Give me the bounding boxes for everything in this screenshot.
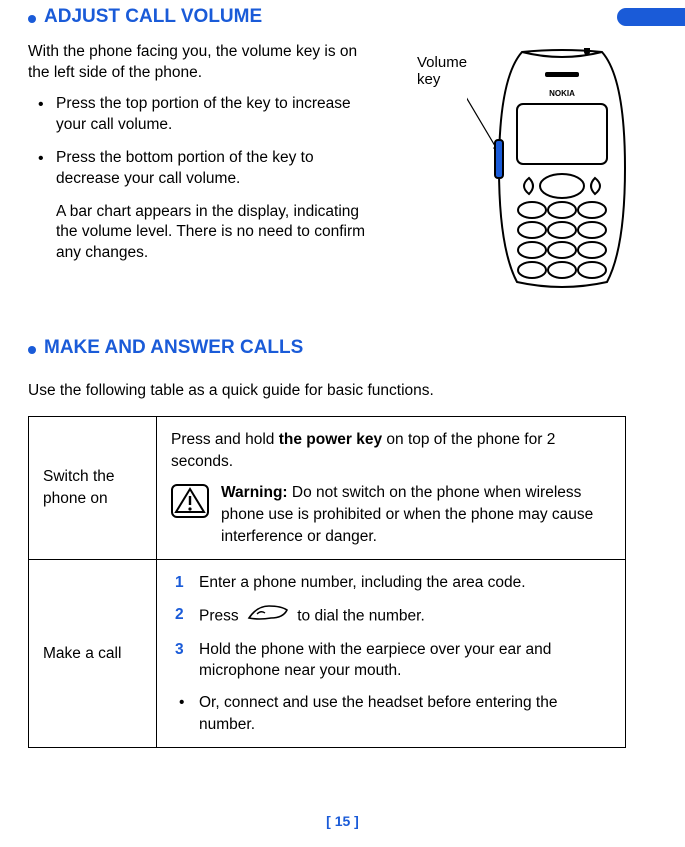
make-call-sub-list: Or, connect and use the headset before e… (171, 692, 611, 735)
quick-guide-table: Switch the phone on Press and hold the p… (28, 416, 626, 749)
volume-key-label: Volume key (417, 54, 467, 89)
step-item: Hold the phone with the earpiece over yo… (171, 639, 611, 682)
section-bullet-icon (28, 346, 36, 354)
text-fragment: Press and hold (171, 431, 279, 448)
table-row-content: Press and hold the power key on top of t… (157, 416, 626, 559)
figure-label-line: Volume (417, 54, 467, 71)
section-title-adjust-volume: ADJUST CALL VOLUME (44, 6, 262, 28)
table-row-content: Enter a phone number, including the area… (157, 560, 626, 748)
table-row: Make a call Enter a phone number, includ… (29, 560, 626, 748)
section1-intro: With the phone facing you, the volume ke… (28, 42, 368, 84)
section2-intro: Use the following table as a quick guide… (28, 381, 647, 402)
step-item: Enter a phone number, including the area… (171, 572, 611, 594)
text-fragment: to dial the number. (297, 607, 425, 624)
section-bullet-icon (28, 15, 36, 23)
make-call-steps: Enter a phone number, including the area… (171, 572, 611, 682)
table-row-label: Switch the phone on (29, 416, 157, 559)
call-key-icon (247, 604, 289, 629)
page-number: [ 15 ] (0, 813, 685, 829)
page-side-tab (617, 8, 685, 26)
warning-text: Warning: Do not switch on the phone when… (221, 482, 611, 547)
list-item: Press the top portion of the key to incr… (34, 94, 374, 136)
text-fragment: Press (199, 607, 243, 624)
section-title-make-answer-calls: MAKE AND ANSWER CALLS (44, 337, 303, 359)
warning-icon (171, 484, 209, 525)
warning-label: Warning: (221, 484, 288, 501)
section1-after-text: A bar chart appears in the display, indi… (56, 202, 376, 265)
figure-label-line: key (417, 71, 440, 88)
table-row: Switch the phone on Press and hold the p… (29, 416, 626, 559)
phone-illustration: NOKIA (467, 48, 637, 293)
step-item: Press to dial the number. (171, 604, 611, 629)
table-row-label: Make a call (29, 560, 157, 748)
sub-item: Or, connect and use the headset before e… (171, 692, 611, 735)
phone-figure: Volume key (417, 48, 637, 293)
switch-on-instruction: Press and hold the power key on top of t… (171, 429, 611, 472)
phone-brand-text: NOKIA (549, 89, 575, 98)
list-item: Press the bottom portion of the key to d… (34, 148, 374, 190)
section1-bullet-list: Press the top portion of the key to incr… (34, 94, 374, 190)
text-bold: the power key (279, 431, 382, 448)
